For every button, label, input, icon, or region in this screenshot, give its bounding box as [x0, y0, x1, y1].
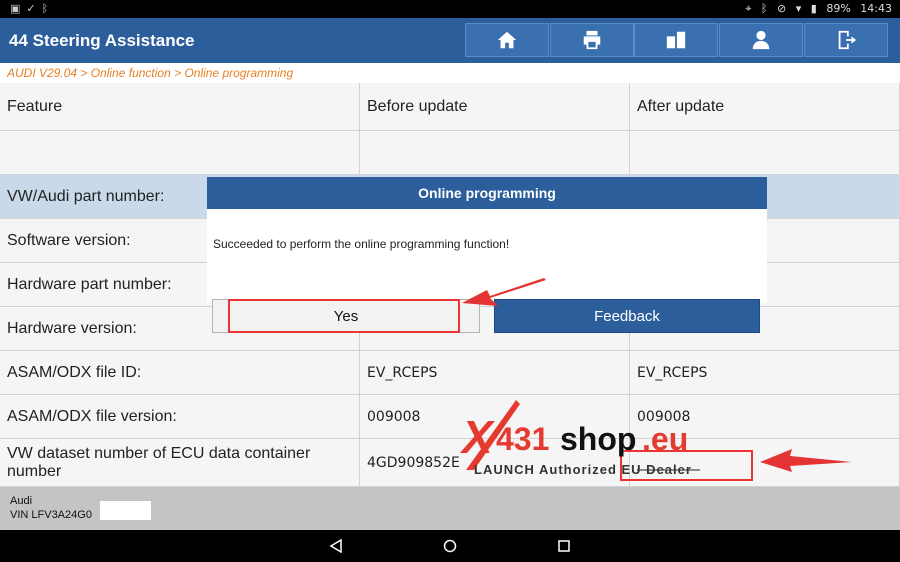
- home-icon: [497, 31, 517, 49]
- table-row-feature: ASAM/ODX file ID:: [0, 351, 360, 395]
- recents-nav-button[interactable]: [555, 537, 573, 555]
- table-row-after: EV_RCEPS: [630, 351, 900, 395]
- back-nav-button[interactable]: [327, 537, 345, 555]
- exit-button[interactable]: [804, 23, 888, 57]
- column-header-after: After update: [630, 83, 900, 131]
- status-left-icons: ▣✓ᛒ: [10, 2, 54, 15]
- table-row-feature: VW dataset number of ECU data container …: [0, 439, 360, 487]
- location-icon: ⌖: [745, 2, 752, 15]
- battery-icon: ▮: [810, 2, 817, 15]
- vin-redaction: [100, 501, 151, 520]
- home-button[interactable]: [465, 23, 549, 57]
- print-icon: [583, 30, 601, 50]
- bluetooth-status-icon: ᛒ: [760, 2, 768, 15]
- wifi-icon: ▾: [795, 2, 802, 15]
- watermark-logo: X 431 shop .eu LAUNCH Authorized EU Deal…: [462, 400, 752, 480]
- status-right: ⌖ ᛒ ⊘ ▾ ▮ 89% 14:43: [739, 2, 892, 16]
- back-icon: [329, 539, 342, 553]
- breadcrumb: AUDI V29.04 > Online function > Online p…: [0, 63, 900, 83]
- table-row-cell: [630, 131, 900, 175]
- exit-icon: [838, 30, 857, 50]
- square-icon: [558, 540, 570, 552]
- report-button[interactable]: [634, 23, 718, 57]
- image-icon: ▣: [10, 2, 27, 15]
- print-button[interactable]: [550, 23, 634, 57]
- table-row-feature: ASAM/ODX file version:: [0, 395, 360, 439]
- title-bar: 44 Steering Assistance: [0, 18, 900, 63]
- clock: 14:43: [860, 2, 892, 15]
- column-header-feature: Feature: [0, 83, 360, 131]
- report-icon: [666, 31, 686, 49]
- table-row-cell: [0, 131, 360, 175]
- dialog-message: Succeeded to perform the online programm…: [207, 209, 767, 303]
- circle-icon: [443, 539, 457, 553]
- bluetooth-icon: ᛒ: [41, 2, 55, 15]
- watermark-shop: shop: [560, 421, 637, 457]
- user-button[interactable]: [719, 23, 803, 57]
- check-icon: ✓: [26, 2, 42, 15]
- watermark-tagline: LAUNCH Authorized EU Dealer: [474, 462, 692, 477]
- table-row-cell: [360, 131, 630, 175]
- user-icon: [752, 30, 770, 50]
- column-header-before: Before update: [360, 83, 630, 131]
- watermark-x: X: [462, 411, 493, 463]
- yes-highlight-box: [228, 299, 460, 333]
- watermark-eu: .eu: [642, 421, 689, 457]
- table-row-before: EV_RCEPS: [360, 351, 630, 395]
- mute-icon: ⊘: [777, 2, 787, 15]
- status-bar: ▣✓ᛒ ⌖ ᛒ ⊘ ▾ ▮ 89% 14:43: [0, 0, 900, 18]
- home-nav-button[interactable]: [441, 537, 459, 555]
- watermark-431: 431: [496, 421, 550, 457]
- android-nav-bar: [0, 530, 900, 562]
- page-title: 44 Steering Assistance: [9, 31, 195, 50]
- feedback-button[interactable]: Feedback: [494, 299, 760, 333]
- battery-percent: 89%: [826, 2, 851, 15]
- dialog-title: Online programming: [207, 177, 767, 209]
